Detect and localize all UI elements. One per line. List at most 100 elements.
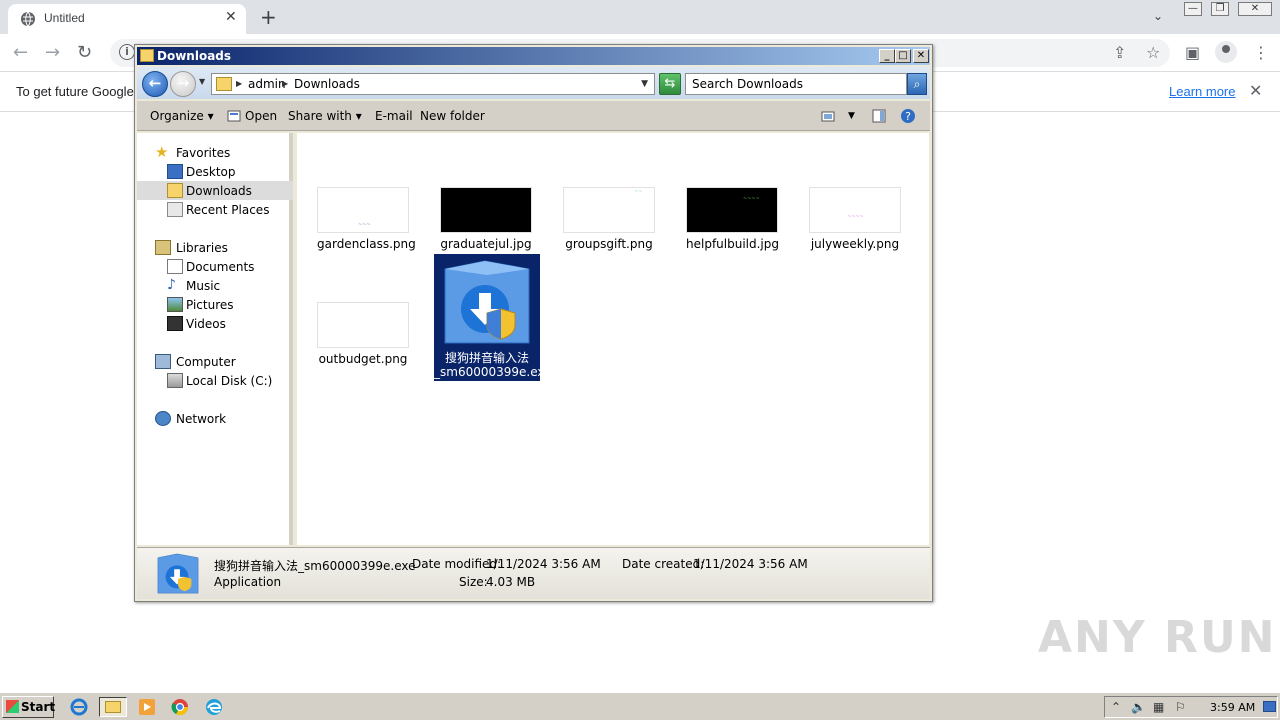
preview-pane-icon[interactable] (872, 109, 886, 123)
side-panel-icon[interactable]: ▣ (1185, 43, 1200, 62)
search-input[interactable]: Search Downloads (685, 73, 907, 95)
back-arrow-icon[interactable]: ← (13, 42, 28, 63)
nav-downloads[interactable]: Downloads (137, 181, 293, 200)
close-button[interactable]: ✕ (1238, 2, 1272, 16)
file-item[interactable]: ~~~~ julyweekly.png (809, 187, 901, 251)
start-button[interactable]: Start (2, 696, 55, 718)
share-icon[interactable]: ⇪ (1113, 43, 1126, 62)
chevron-right-icon[interactable]: ▶ (236, 79, 242, 88)
downloads-folder-icon (167, 183, 183, 198)
clock[interactable]: 3:59 AM (1210, 701, 1255, 714)
learn-more-link[interactable]: Learn more (1169, 84, 1235, 99)
window-maximize-button[interactable]: □ (895, 49, 911, 63)
view-dropdown-icon[interactable]: ▼ (848, 111, 855, 121)
image-thumbnail (440, 187, 532, 233)
file-item[interactable]: ~~~ gardenclass.png (317, 187, 416, 251)
profile-avatar[interactable] (1215, 41, 1237, 63)
reload-icon[interactable]: ↻ (77, 42, 92, 63)
bookmark-star-icon[interactable]: ☆ (1146, 43, 1160, 62)
open-button[interactable]: Open (245, 109, 277, 123)
window-minimize-button[interactable]: _ (879, 49, 895, 63)
window-titlebar[interactable]: Downloads _ □ ✕ (137, 47, 930, 65)
nav-computer[interactable]: Computer (137, 352, 293, 371)
history-dropdown-icon[interactable]: ▼ (199, 77, 205, 86)
explorer-taskbar-button[interactable] (99, 697, 127, 717)
refresh-button[interactable]: ⇆ (659, 73, 681, 95)
nav-label: Documents (186, 260, 255, 274)
browser-tab-strip: Untitled ✕ + ⌄ — ❐ ✕ (0, 0, 1280, 34)
nav-label: Music (186, 279, 221, 293)
infobar-close-icon[interactable]: ✕ (1249, 81, 1262, 100)
nav-videos[interactable]: Videos (137, 314, 293, 333)
share-with-button[interactable]: Share with ▾ (288, 109, 362, 123)
breadcrumb-admin[interactable]: admin (248, 77, 286, 91)
action-center-flag-icon[interactable]: ⚐ (1175, 700, 1186, 714)
command-bar: Organize ▾ Open Share with ▾ E-mail New … (137, 101, 930, 131)
menu-kebab-icon[interactable]: ⋮ (1253, 43, 1269, 62)
nav-label: Favorites (176, 146, 231, 160)
nav-desktop[interactable]: Desktop (137, 162, 293, 181)
globe-icon (21, 11, 35, 27)
infobar-message: To get future Google (16, 84, 134, 99)
view-icon[interactable] (821, 109, 835, 123)
new-tab-icon[interactable]: + (260, 5, 277, 29)
show-hidden-icons-icon[interactable]: ⌃ (1111, 700, 1121, 714)
image-thumbnail (317, 302, 409, 348)
nav-recent-places[interactable]: Recent Places (137, 200, 293, 219)
file-item[interactable]: graduatejul.jpg (440, 187, 532, 251)
internet-explorer-icon[interactable] (68, 697, 90, 717)
nav-local-disk[interactable]: Local Disk (C:) (137, 371, 293, 390)
chevron-down-icon[interactable]: ▼ (641, 79, 648, 89)
file-name: gardenclass.png (317, 237, 416, 251)
search-icon[interactable]: ⌕ (907, 73, 927, 95)
forward-button[interactable]: → (170, 71, 196, 97)
info-icon[interactable]: i (119, 44, 135, 60)
nav-favorites[interactable]: ★ Favorites (137, 143, 293, 162)
tab-close-icon[interactable]: ✕ (225, 9, 237, 25)
nav-label: Computer (176, 355, 236, 369)
date-modified-value: 1/11/2024 3:56 AM (486, 557, 601, 571)
email-button[interactable]: E-mail (375, 109, 413, 123)
volume-icon[interactable]: 🔈 (1131, 700, 1146, 714)
minimize-button[interactable]: — (1184, 2, 1202, 16)
size-label: Size: (459, 575, 488, 589)
organize-button[interactable]: Organize ▾ (150, 109, 214, 123)
nav-network[interactable]: Network (137, 409, 293, 428)
media-player-icon[interactable] (136, 697, 158, 717)
browser-tab[interactable]: Untitled ✕ (8, 4, 246, 34)
file-name: groupsgift.png (565, 237, 653, 251)
local-disk-icon (167, 373, 183, 388)
chevron-right-icon[interactable]: ▶ (282, 79, 288, 88)
share-with-label: Share with (288, 109, 352, 123)
breadcrumb[interactable]: ▶ admin ▶ Downloads ▼ (211, 73, 655, 95)
new-folder-button[interactable]: New folder (420, 109, 485, 123)
selected-file-name-line1: 搜狗拼音输入法 (444, 351, 529, 365)
details-type: Application (214, 575, 282, 589)
tab-title: Untitled (44, 11, 85, 25)
nav-label: Pictures (186, 298, 234, 312)
restore-button[interactable]: ❐ (1211, 2, 1229, 16)
back-button[interactable]: ← (142, 71, 168, 97)
breadcrumb-downloads[interactable]: Downloads (294, 77, 360, 91)
file-item[interactable]: ~~~~ helpfulbuild.jpg (686, 187, 779, 251)
show-desktop-icon[interactable] (1263, 701, 1276, 712)
chrome-icon[interactable] (169, 697, 191, 717)
network-tray-icon[interactable]: ▦ (1153, 700, 1164, 714)
file-item[interactable]: ~~ groupsgift.png (563, 187, 655, 251)
image-thumbnail: ~~~~ (686, 187, 778, 233)
explorer-address-row: ← → ▼ ▶ admin ▶ Downloads ▼ ⇆ Search Dow… (137, 67, 930, 99)
nav-documents[interactable]: Documents (137, 257, 293, 276)
nav-libraries[interactable]: Libraries (137, 238, 293, 257)
tab-search-chevron-icon[interactable]: ⌄ (1153, 9, 1163, 23)
help-icon[interactable]: ? (900, 108, 916, 124)
nav-pictures[interactable]: Pictures (137, 295, 293, 314)
date-created-label: Date created: (622, 557, 705, 571)
nav-music[interactable]: ♪ Music (137, 276, 293, 295)
edge-icon[interactable] (203, 697, 225, 717)
image-thumbnail: ~~~~ (809, 187, 901, 233)
selected-exe-file[interactable]: 搜狗拼音输入法 _sm60000399e.exe (434, 254, 552, 381)
window-close-button[interactable]: ✕ (913, 49, 929, 63)
videos-filmstrip-icon (167, 316, 183, 331)
file-item[interactable]: outbudget.png (317, 302, 409, 366)
forward-arrow-icon[interactable]: → (45, 42, 60, 63)
